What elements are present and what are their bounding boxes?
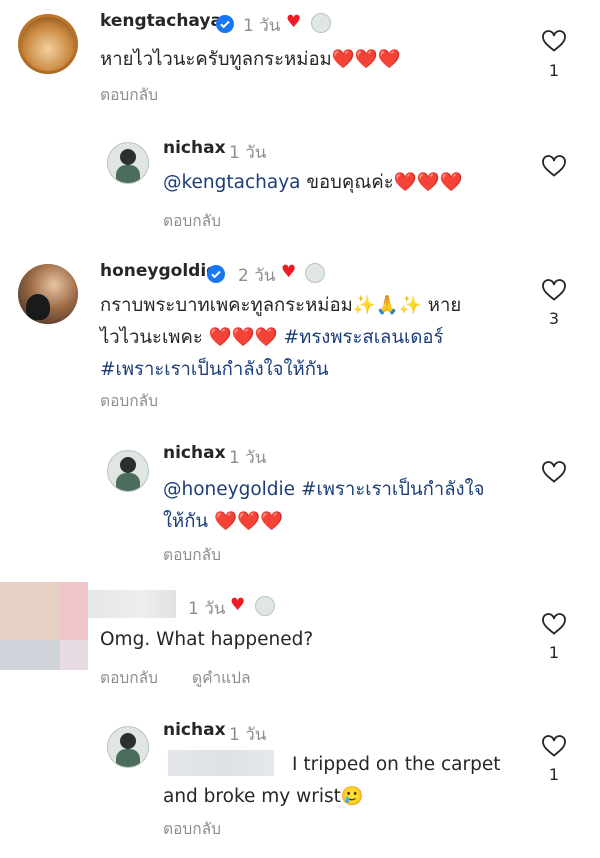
like-heart-icon[interactable] bbox=[541, 612, 567, 636]
creator-liked-heart-icon: ♥ bbox=[281, 262, 297, 282]
comment-text-line-2: and broke my wrist🥲 bbox=[163, 786, 364, 807]
comment-text: กราบพระบาทเพคะทูลกระหม่อม✨🙏✨ หาย ไวไวนะเ… bbox=[100, 290, 520, 386]
avatar[interactable] bbox=[107, 726, 149, 768]
reply-button[interactable]: ตอบกลับ bbox=[163, 542, 221, 567]
reply-button[interactable]: ตอบกลับ bbox=[100, 388, 158, 413]
like-heart-icon[interactable] bbox=[541, 278, 567, 302]
comment-honeygoldie: honeygoldie 2 วัน ♥ กราบพระบาทเพคะทูลกระ… bbox=[0, 250, 600, 420]
comment-text-line-1: I tripped on the carpet bbox=[292, 754, 501, 775]
like-heart-icon[interactable] bbox=[541, 460, 567, 484]
comment-username[interactable]: nichax bbox=[163, 138, 226, 158]
comment-username[interactable]: kengtachaya bbox=[100, 11, 222, 31]
hashtag-link-continued[interactable]: ให้กัน bbox=[163, 511, 208, 532]
comment-kengtachaya: kengtachaya 1 วัน ♥ หายไวไวนะครับทูลกระห… bbox=[0, 0, 600, 110]
mention-link[interactable]: @honeygoldie bbox=[163, 479, 295, 500]
verified-badge-icon bbox=[216, 15, 234, 33]
like-heart-icon[interactable] bbox=[541, 734, 567, 758]
comment-text: @honeygoldie #เพราะเราเป็นกำลังใจ ให้กัน… bbox=[163, 474, 523, 538]
comment-text-rest: ❤️❤️❤️ bbox=[208, 511, 284, 532]
comment-time: 1 วัน bbox=[243, 16, 281, 36]
avatar[interactable] bbox=[18, 264, 78, 324]
comment-time: 2 วัน bbox=[238, 266, 276, 286]
creator-avatar-small bbox=[255, 596, 275, 616]
like-heart-icon[interactable] bbox=[541, 154, 567, 178]
like-count: 1 bbox=[548, 765, 560, 784]
comment-time: 1 วัน bbox=[229, 725, 267, 745]
comment-time: 1 วัน bbox=[229, 143, 267, 163]
hashtag-link[interactable]: #เพราะเราเป็นกำลังใจ bbox=[301, 479, 484, 500]
like-count: 1 bbox=[548, 61, 560, 80]
comment-time: 1 วัน bbox=[229, 448, 267, 468]
reply-button[interactable]: ตอบกลับ bbox=[163, 816, 221, 841]
hashtag-link[interactable]: #เพราะเราเป็นกำลังใจให้กัน bbox=[100, 354, 520, 386]
comment-text: I tripped on the carpet and broke my wri… bbox=[163, 749, 523, 813]
reply-nichax: nichax 1 วัน @honeygoldie #เพราะเราเป็นก… bbox=[0, 425, 600, 565]
comment-text: Omg. What happened? bbox=[100, 629, 314, 650]
like-count: 1 bbox=[548, 643, 560, 662]
comment-anonymous: 1 วัน ♥ Omg. What happened? ตอบกลับ ดูคำ… bbox=[0, 582, 600, 702]
avatar-blurred[interactable] bbox=[0, 582, 88, 670]
avatar[interactable] bbox=[107, 450, 149, 492]
verified-badge-icon bbox=[207, 265, 225, 283]
reply-nichax: nichax 1 วัน @kengtachaya ขอบคุณค่ะ❤️❤️❤… bbox=[0, 120, 600, 230]
comment-username[interactable]: nichax bbox=[163, 443, 226, 463]
avatar[interactable] bbox=[107, 142, 149, 184]
comment-time: 1 วัน bbox=[188, 599, 226, 619]
comment-text: หายไวไวนะครับทูลกระหม่อม❤️❤️❤️ bbox=[100, 49, 401, 70]
reply-button[interactable]: ตอบกลับ bbox=[100, 665, 158, 690]
hashtag-link[interactable]: #ทรงพระสเลนเดอร์ bbox=[284, 327, 444, 348]
username-blurred[interactable] bbox=[88, 590, 176, 618]
like-count: 3 bbox=[548, 309, 560, 328]
creator-liked-heart-icon: ♥ bbox=[286, 12, 302, 32]
reply-button[interactable]: ตอบกลับ bbox=[163, 208, 221, 233]
creator-avatar-small bbox=[305, 263, 325, 283]
comment-text-rest: ขอบคุณค่ะ❤️❤️❤️ bbox=[300, 172, 463, 193]
reply-button[interactable]: ตอบกลับ bbox=[100, 82, 158, 107]
avatar[interactable] bbox=[18, 14, 78, 74]
comment-username[interactable]: nichax bbox=[163, 720, 226, 740]
comment-text-line-1: กราบพระบาทเพคะทูลกระหม่อม✨🙏✨ หาย bbox=[100, 295, 462, 316]
translate-button[interactable]: ดูคำแปล bbox=[192, 665, 250, 690]
mention-link[interactable]: @kengtachaya bbox=[163, 172, 301, 193]
like-heart-icon[interactable] bbox=[541, 29, 567, 53]
comment-username[interactable]: honeygoldie bbox=[100, 261, 218, 281]
comment-text-line-2: ไวไวนะเพคะ ❤️❤️❤️ bbox=[100, 327, 284, 348]
reply-nichax: nichax 1 วัน I tripped on the carpet and… bbox=[0, 708, 600, 858]
creator-avatar-small bbox=[311, 13, 331, 33]
comment-text: @kengtachaya ขอบคุณค่ะ❤️❤️❤️ bbox=[163, 167, 463, 199]
creator-liked-heart-icon: ♥ bbox=[230, 595, 246, 615]
